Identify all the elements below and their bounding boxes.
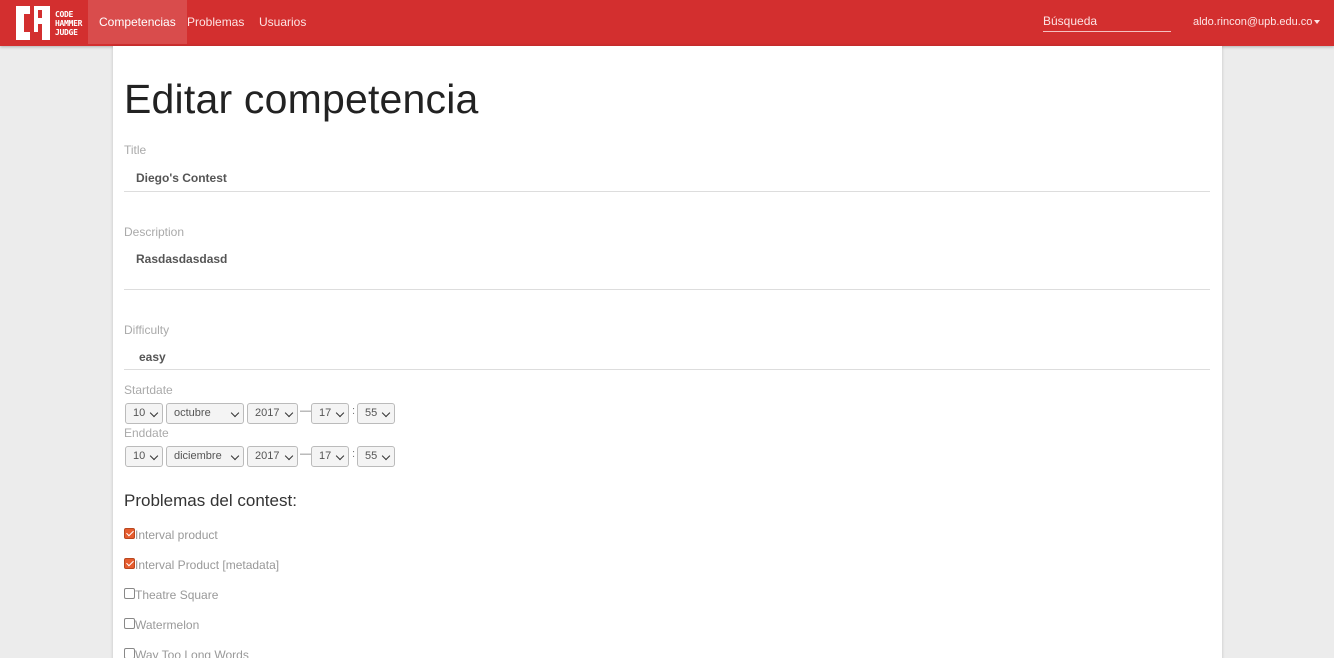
chevron-down-icon <box>149 451 159 461</box>
page-title: Editar competencia <box>124 76 479 122</box>
enddate-day-value: 10 <box>133 450 146 462</box>
startdate-hour-select[interactable]: 17 <box>311 403 349 424</box>
description-textarea[interactable]: Rasdasdasdasd <box>136 252 227 266</box>
enddate-label: Enddate <box>124 426 169 440</box>
startdate-year-value: 2017 <box>255 407 280 419</box>
top-navbar: CODE HAMMER JUDGE Competencias Problemas… <box>0 0 1334 46</box>
logo-line-judge: JUDGE <box>55 27 78 37</box>
problem-label: Interval product <box>135 528 218 542</box>
problem-checkbox[interactable] <box>124 557 135 569</box>
caret-down-icon <box>1314 20 1321 25</box>
difficulty-label: Difficulty <box>124 323 170 337</box>
chevron-down-icon <box>381 451 391 461</box>
problem-label: Interval Product [metadata] <box>135 558 280 572</box>
nav-item-usuarios[interactable]: Usuarios <box>248 0 317 44</box>
problem-checkbox[interactable] <box>124 617 135 629</box>
enddate-minute-value: 55 <box>365 450 378 462</box>
enddate-month-select[interactable]: diciembre <box>166 446 244 467</box>
problem-checkbox[interactable] <box>124 527 135 539</box>
startdate-day-value: 10 <box>133 407 146 419</box>
enddate-minute-select[interactable]: 55 <box>357 446 395 467</box>
startdate-year-select[interactable]: 2017 <box>247 403 298 424</box>
description-underline <box>124 289 1210 290</box>
logo-line-hammer: HAMMER <box>55 18 83 28</box>
enddate-hour-value: 17 <box>319 450 332 462</box>
problem-label: Way Too Long Words <box>135 648 249 658</box>
enddate-year-select[interactable]: 2017 <box>247 446 298 467</box>
startdate-month-value: octubre <box>174 407 211 419</box>
startdate-dash: — <box>300 405 311 417</box>
enddate-hour-select[interactable]: 17 <box>311 446 349 467</box>
startdate-colon: : <box>352 405 356 417</box>
enddate-month-value: diciembre <box>174 450 222 462</box>
startdate-month-select[interactable]: octubre <box>166 403 244 424</box>
logo-line-code: CODE <box>55 9 74 19</box>
problem-label: Theatre Square <box>135 588 219 602</box>
title-underline <box>124 191 1210 192</box>
code-hammer-judge-logo[interactable]: CODE HAMMER JUDGE <box>14 4 86 42</box>
problem-item[interactable]: Watermelon <box>124 617 199 633</box>
chevron-down-icon <box>149 408 159 418</box>
problem-item[interactable]: Theatre Square <box>124 587 218 603</box>
startdate-minute-select[interactable]: 55 <box>357 403 395 424</box>
chevron-down-icon <box>230 451 240 461</box>
enddate-year-value: 2017 <box>255 450 280 462</box>
nav-item-problemas[interactable]: Problemas <box>176 0 255 44</box>
enddate-dash: — <box>300 448 311 460</box>
chevron-down-icon <box>335 451 345 461</box>
user-menu[interactable]: aldo.rincon@upb.edu.co <box>1193 0 1321 44</box>
content-card: Editar competencia Title Diego's Contest… <box>113 46 1222 658</box>
startdate-day-select[interactable]: 10 <box>125 403 163 424</box>
startdate-minute-value: 55 <box>365 407 378 419</box>
chevron-down-icon <box>284 451 294 461</box>
user-email: aldo.rincon@upb.edu.co <box>1193 16 1313 28</box>
chevron-down-icon <box>381 408 391 418</box>
problems-heading: Problemas del contest: <box>124 491 297 510</box>
description-label: Description <box>124 225 185 239</box>
problem-item[interactable]: Interval product <box>124 527 218 543</box>
search-input[interactable] <box>1043 10 1171 32</box>
enddate-day-select[interactable]: 10 <box>125 446 163 467</box>
nav-item-competencias[interactable]: Competencias <box>88 0 187 44</box>
problem-label: Watermelon <box>135 618 200 632</box>
logo-wordmark: CODE HAMMER JUDGE <box>55 10 82 37</box>
startdate-hour-value: 17 <box>319 407 332 419</box>
problem-item[interactable]: Interval Product [metadata] <box>124 557 279 573</box>
enddate-colon: : <box>352 448 356 460</box>
chevron-down-icon <box>335 408 345 418</box>
difficulty-select[interactable]: easy <box>139 350 166 364</box>
title-input[interactable]: Diego's Contest <box>136 171 227 185</box>
problem-checkbox[interactable] <box>124 647 135 658</box>
chevron-down-icon <box>284 408 294 418</box>
problem-checkbox[interactable] <box>124 587 135 599</box>
logo-mark-icon <box>16 6 50 40</box>
difficulty-underline <box>124 369 1210 370</box>
problem-item[interactable]: Way Too Long Words <box>124 647 249 658</box>
startdate-label: Startdate <box>124 383 173 397</box>
chevron-down-icon <box>230 408 240 418</box>
title-label: Title <box>124 143 147 157</box>
